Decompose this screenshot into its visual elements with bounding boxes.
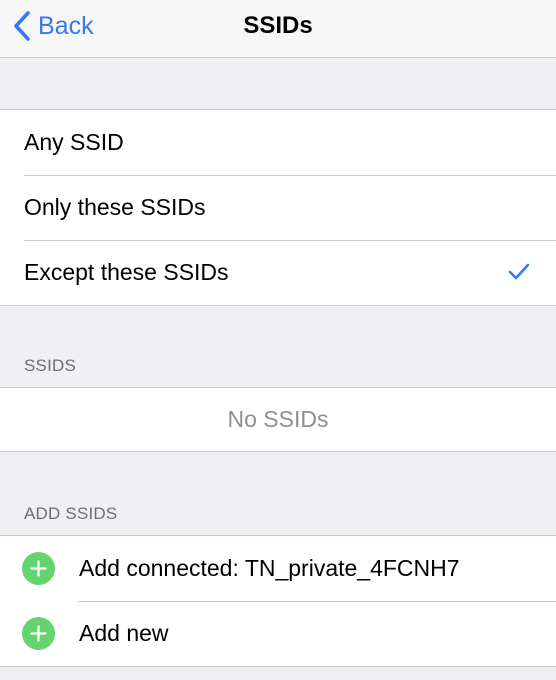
checkmark-icon	[508, 263, 530, 280]
page-title: SSIDs	[243, 12, 313, 39]
option-label: Except these SSIDs	[24, 259, 229, 285]
add-new-ssid-row[interactable]: Add new	[0, 601, 556, 666]
add-connected-label: Add connected: TN_private_4FCNH7	[79, 555, 460, 581]
add-plus-icon	[22, 552, 55, 585]
option-except-these-ssids[interactable]: Except these SSIDs	[0, 240, 556, 305]
add-ssids-section-header: ADD SSIDS	[24, 504, 118, 523]
add-new-label: Add new	[79, 620, 169, 646]
add-plus-icon	[22, 617, 55, 650]
add-connected-ssid-row[interactable]: Add connected: TN_private_4FCNH7	[0, 536, 556, 601]
mode-options-group: Any SSID Only these SSIDs Except these S…	[0, 109, 556, 306]
option-only-these-ssids[interactable]: Only these SSIDs	[0, 175, 556, 240]
option-any-ssid[interactable]: Any SSID	[0, 110, 556, 175]
navigation-bar: Back SSIDs	[0, 0, 556, 58]
add-ssids-group: Add connected: TN_private_4FCNH7 Add new	[0, 535, 556, 667]
option-label: Any SSID	[24, 129, 124, 155]
ssids-list-group: No SSIDs	[0, 387, 556, 452]
option-label: Only these SSIDs	[24, 194, 206, 220]
ssids-section-header: SSIDS	[24, 356, 77, 375]
empty-ssids-placeholder: No SSIDs	[227, 406, 329, 432]
